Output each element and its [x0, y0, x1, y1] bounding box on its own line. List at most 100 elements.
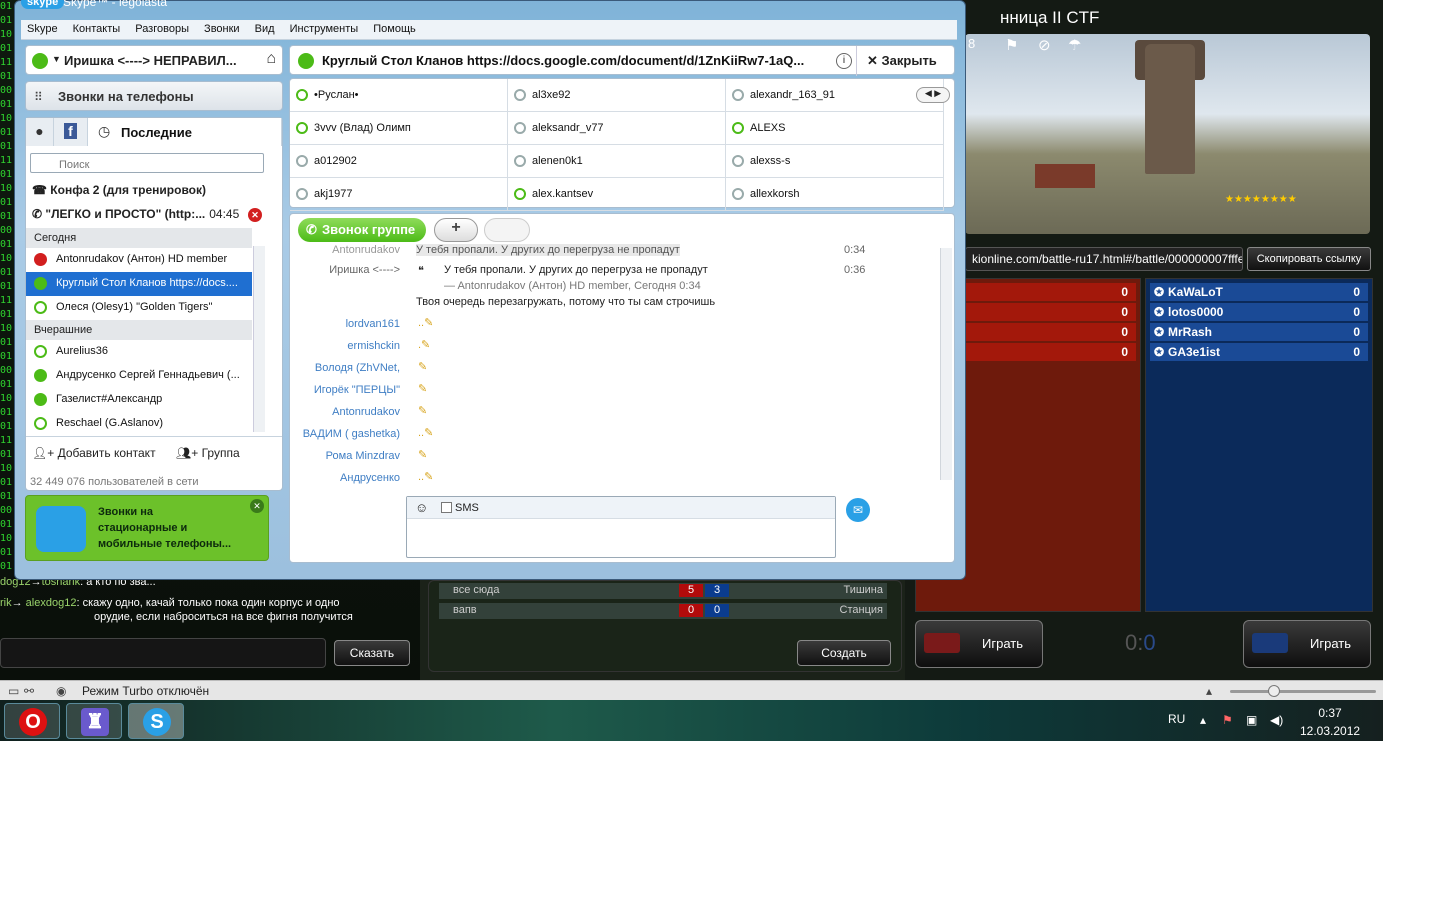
participant[interactable]: ALEXS [726, 112, 944, 145]
tab-facebook[interactable]: f [54, 118, 88, 146]
battle-blue-count: 3 [705, 584, 729, 597]
taskbar-skype[interactable]: S [128, 703, 184, 739]
network-icon[interactable]: ▣ [1246, 713, 1257, 727]
menu-tools[interactable]: Инструменты [284, 20, 365, 35]
say-button[interactable]: Сказать [334, 640, 410, 666]
calls-to-phones-button[interactable]: ⠿ Звонки на телефоны [25, 81, 283, 111]
conference-item[interactable]: ☎ Конфа 2 (для тренировок) [32, 183, 206, 197]
tab-contacts[interactable]: ● [26, 118, 54, 146]
typing-user[interactable]: Игорёк "ПЕРЦЫ" [290, 384, 400, 396]
participant[interactable]: aleksandr_v77 [508, 112, 726, 145]
taskbar-opera[interactable]: O [4, 703, 60, 739]
participant[interactable]: alex.kantsev [508, 178, 726, 211]
close-conversation-button[interactable]: ✕ Закрыть [856, 46, 956, 76]
turbo-icon[interactable]: ◉ [56, 684, 66, 698]
participant[interactable]: akj1977 [290, 178, 508, 211]
game-chat-input[interactable] [0, 638, 326, 668]
list-item[interactable]: Газелист#Александр [26, 388, 252, 412]
my-status-panel[interactable]: ▼ Иришка <----> НЕПРАВИЛ... ⌂ [25, 45, 283, 75]
flag-alert-icon[interactable]: ⚑ [1222, 713, 1233, 727]
game-chat-line: орудие, если наброситься на все фигня по… [94, 611, 353, 623]
search-input[interactable] [30, 153, 264, 173]
menu-contacts[interactable]: Контакты [67, 20, 127, 35]
conversation-header: Круглый Стол Кланов https://docs.google.… [289, 45, 956, 76]
clock-time[interactable]: 0:37 [1300, 706, 1360, 720]
mood-message[interactable]: Иришка <----> НЕПРАВИЛ... [64, 53, 239, 68]
clock-date[interactable]: 12.03.2012 [1300, 724, 1360, 738]
group-call-button[interactable]: ✆ Звонок группе [298, 218, 426, 242]
conference-item[interactable]: ✆ "ЛЕГКО и ПРОСТО" (http:... 04:45 ✕ [32, 207, 270, 222]
contact-list-scrollbar[interactable] [253, 246, 265, 432]
taskbar-app[interactable]: ♜ [66, 703, 122, 739]
zoom-slider-thumb[interactable] [1267, 685, 1280, 697]
typing-user[interactable]: Antonrudakov [290, 406, 400, 418]
info-icon[interactable]: i [836, 53, 852, 69]
online-status-icon[interactable] [32, 53, 48, 69]
participant[interactable]: alexandr_163_91 [726, 79, 944, 112]
volume-icon[interactable]: ◀) [1270, 713, 1283, 727]
emoticon-icon[interactable]: ☺ [415, 500, 428, 515]
copy-link-button[interactable]: Скопировать ссылку [1247, 247, 1371, 271]
participant[interactable]: •Руслан• [290, 79, 508, 112]
add-group-button[interactable]: 👥︎+ Группа [176, 446, 240, 460]
chevron-down-icon[interactable]: ▼ [52, 54, 61, 64]
call-quality-button[interactable] [484, 218, 530, 242]
participants-pager[interactable]: ◀ ▶ [916, 87, 950, 103]
menu-calls[interactable]: Звонки [198, 20, 246, 35]
typing-user[interactable]: ermishckin [290, 340, 400, 352]
zoom-slider[interactable] [1230, 685, 1376, 697]
share-icon[interactable]: ⚯ [24, 684, 34, 698]
send-message-icon[interactable]: ✉ [846, 498, 870, 522]
battle-map: Тишина [843, 584, 883, 596]
flag-icon[interactable]: ⚑ [1005, 36, 1018, 54]
chat-scrollbar[interactable] [940, 248, 952, 480]
tray-expand-icon[interactable]: ▴ [1200, 713, 1206, 727]
battle-row[interactable]: вапв 0 0 Станция [439, 603, 887, 619]
typing-user[interactable]: Рома Minzdrav [290, 450, 400, 462]
participant[interactable]: a012902 [290, 145, 508, 178]
blue-team-list: ✪ KaWaLoT 0 ✪ lotos0000 0 ✪ MrRash 0 ✪ GA3e… [1145, 278, 1373, 612]
parachute-icon[interactable]: ☂ [1068, 36, 1081, 54]
participant[interactable]: 3vvv (Влад) Олимп [290, 112, 508, 145]
battle-row[interactable]: все сюда 5 3 Тишина [439, 583, 887, 599]
play-red-button[interactable]: Играть [915, 620, 1043, 668]
no-supplies-icon[interactable]: ⊘ [1038, 36, 1051, 54]
conversation-title[interactable]: Круглый Стол Кланов https://docs.google.… [322, 53, 822, 68]
message-compose-box[interactable]: ☺ SMS [406, 496, 836, 558]
participant[interactable]: alexss-s [726, 145, 944, 178]
play-blue-button[interactable]: Играть [1243, 620, 1371, 668]
create-button[interactable]: Создать [797, 640, 891, 666]
menu-skype[interactable]: Skype [21, 20, 64, 35]
close-icon[interactable]: ✕ [250, 499, 264, 513]
typing-user[interactable]: Володя (ZhVNet, [290, 362, 400, 374]
list-item[interactable]: Antonrudakov (Антон) HD member [26, 248, 252, 272]
participant[interactable]: al3xe92 [508, 79, 726, 112]
panel-icon[interactable]: ▭ [8, 684, 19, 698]
battle-score: 0:0 [1125, 630, 1156, 655]
menu-view[interactable]: Вид [249, 20, 281, 35]
dialpad-icon: ⠿ [34, 90, 43, 104]
participant[interactable]: allexkorsh [726, 178, 944, 211]
sms-checkbox[interactable] [441, 502, 452, 513]
menu-help[interactable]: Помощь [367, 20, 422, 35]
end-call-icon[interactable]: ✕ [248, 208, 262, 222]
list-item[interactable]: Круглый Стол Кланов https://docs.... [26, 272, 252, 296]
add-participant-button[interactable]: + [434, 218, 478, 242]
list-item[interactable]: Олеся (Olesy1) "Golden Tigers" [26, 296, 252, 320]
home-icon[interactable]: ⌂ [266, 50, 276, 68]
list-item[interactable]: Reschael (G.Aslanov) [26, 412, 252, 436]
language-indicator[interactable]: RU [1168, 712, 1185, 726]
add-contact-button[interactable]: 👤︎+ Добавить контакт [32, 446, 156, 460]
promo-banner[interactable]: Звонки на стационарные и мобильные телеф… [25, 495, 269, 561]
typing-user[interactable]: lordvan161 [290, 318, 400, 330]
list-item[interactable]: Андрусенко Сергей Геннадьевич (... [26, 364, 252, 388]
battle-url-field[interactable]: kionline.com/battle-ru17.html#/battle/00… [965, 247, 1243, 271]
typing-user[interactable]: Андрусенко [290, 472, 400, 484]
contact-status-icon [732, 122, 744, 134]
typing-user[interactable]: ВАДИМ ( gashetka) [290, 428, 400, 440]
menu-conversations[interactable]: Разговоры [129, 20, 195, 35]
participant[interactable]: alenen0k1 [508, 145, 726, 178]
blue-team-row: ✪ lotos0000 0 [1150, 303, 1368, 321]
list-item[interactable]: Aurelius36 [26, 340, 252, 364]
chevron-up-icon[interactable]: ▴ [1206, 684, 1212, 698]
